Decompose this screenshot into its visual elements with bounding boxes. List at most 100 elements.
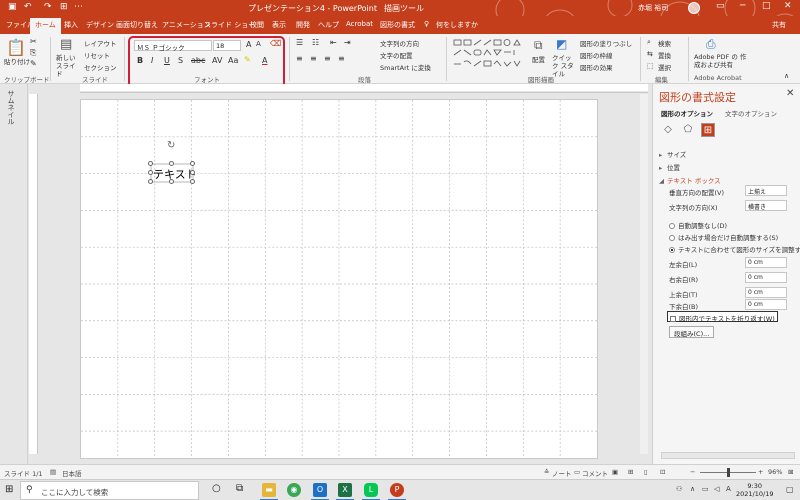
tab-transitions[interactable]: 画面切り替え <box>116 20 158 30</box>
redo-icon[interactable]: ↷ <box>44 2 52 12</box>
windows-start-icon[interactable]: ⊞ <box>5 484 13 495</box>
text-box-shape[interactable]: ↻ テキスト <box>148 140 197 184</box>
reading-view-icon[interactable]: ▯ <box>644 468 648 476</box>
zoom-out-icon[interactable]: − <box>690 468 695 476</box>
new-slide-icon[interactable]: ▤ <box>60 37 72 52</box>
pane-horizontal-scrollbar[interactable] <box>661 452 795 459</box>
find-icon[interactable]: ⌕ <box>647 38 651 47</box>
shape-outline-button[interactable]: 図形の枠線 <box>580 50 613 60</box>
task-view-icon[interactable]: ⧉ <box>236 483 243 494</box>
replace-icon[interactable]: ⇆ <box>647 50 653 58</box>
excel-icon[interactable]: X <box>338 483 352 497</box>
normal-view-icon[interactable]: ▣ <box>612 468 618 476</box>
numbering-icon[interactable]: ☷ <box>312 38 319 47</box>
spellcheck-icon[interactable]: ▤ <box>50 468 56 476</box>
wrap-text-checkbox[interactable]: 図形内でテキストを折り返す(W) <box>667 311 778 323</box>
outlook-icon[interactable]: O <box>313 483 327 497</box>
autofit-resize-radio[interactable]: テキストに合わせて図形のサイズを調整する( <box>669 244 800 254</box>
indent-icon[interactable]: ⇤ <box>330 38 337 47</box>
tab-slideshow[interactable]: スライド ショー <box>204 20 255 30</box>
tab-shape-options[interactable]: 図形のオプション <box>661 108 713 118</box>
align-right-icon[interactable]: ≡ <box>324 54 331 63</box>
size-properties-icon[interactable]: ⊞ <box>701 123 715 137</box>
slideshow-icon[interactable]: ⊞ <box>60 2 68 12</box>
tab-help[interactable]: ヘルプ <box>318 20 339 30</box>
collapse-ribbon-icon[interactable]: ∧ <box>784 72 789 80</box>
select-icon[interactable]: ⬚ <box>647 62 654 70</box>
chrome-icon[interactable]: ◉ <box>287 483 301 497</box>
section-size[interactable]: ▸ サイズ <box>659 149 686 159</box>
resize-handle[interactable] <box>148 161 153 166</box>
thumbnail-pane[interactable]: サムネイル <box>0 84 28 464</box>
effects-icon[interactable]: ⬠ <box>681 123 695 137</box>
zoom-slider-thumb[interactable] <box>727 468 730 477</box>
tell-me-input[interactable]: 何をしますか <box>436 20 478 30</box>
powerpoint-icon[interactable]: P <box>390 483 404 497</box>
replace-button[interactable]: 置換 <box>658 50 671 60</box>
quick-styles-button[interactable]: クイック スタイル <box>552 54 574 78</box>
close-pane-icon[interactable]: ✕ <box>786 88 794 99</box>
undo-icon[interactable]: ↶ <box>24 2 32 12</box>
shape-fill-button[interactable]: 図形の塗りつぶし <box>580 38 632 48</box>
shape-effects-button[interactable]: 図形の効果 <box>580 62 613 72</box>
justify-icon[interactable]: ≡ <box>338 54 345 63</box>
tab-review[interactable]: 校閲 <box>250 20 264 30</box>
text-direction-select[interactable]: 横書き <box>745 200 787 211</box>
section-position[interactable]: ▸ 位置 <box>659 162 680 172</box>
reset-button[interactable]: リセット <box>84 50 110 60</box>
autofit-shrink-radio[interactable]: はみ出す場合だけ自動調整する(S) <box>669 232 778 242</box>
format-painter-icon[interactable]: ✎ <box>30 59 37 68</box>
section-textbox[interactable]: ◢ テキスト ボックス <box>659 175 721 185</box>
create-pdf-button[interactable]: Adobe PDF の 作成および共有 <box>694 53 750 69</box>
bottom-margin-input[interactable]: 0 cm <box>745 299 787 310</box>
new-slide-button[interactable]: 新しい スライド <box>56 54 80 78</box>
resize-handle[interactable] <box>190 179 195 184</box>
network-icon[interactable]: ▭ <box>702 485 709 493</box>
select-button[interactable]: 選択 <box>658 62 671 72</box>
vertical-align-select[interactable]: 上揃え <box>745 185 787 196</box>
top-margin-input[interactable]: 0 cm <box>745 287 787 298</box>
autofit-none-radio[interactable]: 自動調整なし(D) <box>669 220 727 230</box>
outdent-icon[interactable]: ⇥ <box>344 38 351 47</box>
resize-handle[interactable] <box>169 161 174 166</box>
quick-styles-icon[interactable]: ◩ <box>556 37 567 51</box>
tray-chevron-icon[interactable]: ∧ <box>690 485 695 493</box>
layout-button[interactable]: レイアウト <box>84 38 117 48</box>
presenter-view-icon[interactable]: ⊡ <box>660 468 665 476</box>
smartart-button[interactable]: SmartArt に変換 <box>380 62 431 72</box>
notes-icon[interactable]: ≙ <box>544 468 549 476</box>
comments-button[interactable]: コメント <box>582 468 608 478</box>
copy-icon[interactable]: ⎘ <box>30 48 36 58</box>
resize-handle[interactable] <box>190 161 195 166</box>
resize-handle[interactable] <box>148 170 153 175</box>
text-direction-button[interactable]: 文字列の方向 <box>380 38 419 48</box>
tab-view[interactable]: 表示 <box>272 20 286 30</box>
right-margin-input[interactable]: 0 cm <box>745 272 787 283</box>
left-margin-input[interactable]: 0 cm <box>745 257 787 268</box>
notes-button[interactable]: ノート <box>552 468 572 478</box>
fill-line-icon[interactable]: ◇ <box>661 123 675 137</box>
section-button[interactable]: セクション <box>84 62 117 72</box>
paste-icon[interactable]: 📋 <box>6 38 26 57</box>
align-center-icon[interactable]: ≡ <box>310 54 317 63</box>
cut-icon[interactable]: ✂ <box>30 37 37 46</box>
resize-handle[interactable] <box>190 170 195 175</box>
cortana-icon[interactable]: ○ <box>212 483 221 494</box>
customize-qat-icon[interactable]: ⋯ <box>74 2 83 12</box>
volume-icon[interactable]: ◁ <box>714 485 719 493</box>
resize-handle[interactable] <box>169 179 174 184</box>
find-button[interactable]: 検索 <box>658 38 671 48</box>
taskbar-search[interactable]: ⚲ ここに入力して検索 <box>20 481 199 500</box>
people-icon[interactable]: ⚇ <box>676 485 682 493</box>
paste-button[interactable]: 貼り付け <box>4 56 30 66</box>
zoom-level[interactable]: 96% <box>768 468 782 476</box>
tab-design[interactable]: デザイン <box>86 20 114 30</box>
arrange-icon[interactable]: ⧉ <box>534 38 543 53</box>
rotate-handle-icon[interactable]: ↻ <box>167 140 178 151</box>
sorter-view-icon[interactable]: ⊞ <box>628 468 633 476</box>
file-explorer-icon[interactable]: ▬ <box>262 483 276 497</box>
language-indicator[interactable]: 日本語 <box>62 468 82 478</box>
comments-icon[interactable]: ▭ <box>574 468 580 476</box>
tab-developer[interactable]: 開発 <box>296 20 310 30</box>
tab-home[interactable]: ホーム <box>30 18 61 34</box>
